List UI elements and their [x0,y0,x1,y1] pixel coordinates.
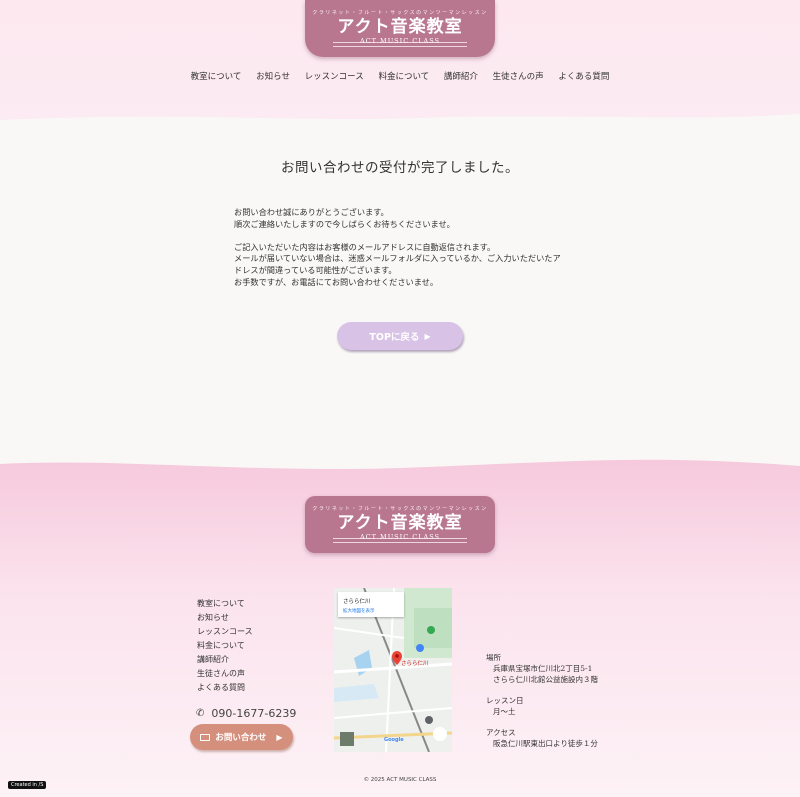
location-label: 場所 [486,653,501,662]
site-logo[interactable]: クラリネット・フルート・サックスのマンツーマンレッスン アクト音楽教室 ACT … [305,0,495,57]
nav-item-courses[interactable]: レッスンコース [305,72,364,82]
message-line: お問い合わせ誠にありがとうございます。 [234,207,389,217]
logo-ornament [333,42,467,47]
logo-tagline: クラリネット・フルート・サックスのマンツーマンレッスン [312,10,488,16]
lesson-days-label: レッスン日 [486,696,524,705]
lesson-days-value: 月～土 [493,707,516,716]
global-nav: 教室について お知らせ レッスンコース 料金について 講師紹介 生徒さんの声 よ… [0,70,800,82]
mail-icon [200,733,211,741]
hero-wave [0,114,800,124]
footer-nav-news[interactable]: お知らせ [197,611,253,625]
class-info: 場所 兵庫県宝塚市仁川北2丁目5-1 さらら仁川北館公益施設内３階 レッスン日 … [486,652,598,749]
location-line: さらら仁川北館公益施設内３階 [493,675,598,684]
footer-logo[interactable]: クラリネット・フルート・サックスのマンツーマンレッスン アクト音楽教室 ACT … [305,496,495,553]
back-to-top-button[interactable]: TOPに戻る ▶ [337,322,463,350]
nav-item-pricing[interactable]: 料金について [378,72,429,82]
footer-nav-courses[interactable]: レッスンコース [197,625,253,639]
nav-item-instructors[interactable]: 講師紹介 [444,72,478,82]
location-line: 兵庫県宝塚市仁川北2丁目5-1 [493,664,593,673]
phone-link[interactable]: ✆ 090-1677-6239 [196,707,296,720]
contact-button[interactable]: お問い合わせ ▶ [190,724,293,750]
access-label: アクセス [486,728,516,737]
wave-divider [0,458,800,470]
map-google-logo: Google [384,737,404,743]
footer-nav: 教室について お知らせ レッスンコース 料金について 講師紹介 生徒さんの声 よ… [197,597,253,695]
play-arrow-icon: ▶ [276,732,283,742]
footer-nav-pricing[interactable]: 料金について [197,639,253,653]
nav-item-about[interactable]: 教室について [191,72,242,82]
logo-ornament [333,538,467,543]
footer-nav-voices[interactable]: 生徒さんの声 [197,667,253,681]
logo-name: アクト音楽教室 [337,17,463,37]
map-embed[interactable]: さらら仁川 拡大地図を表示 さらら仁川 Google [334,588,452,752]
logo-tagline: クラリネット・フルート・サックスのマンツーマンレッスン [312,506,488,512]
thanks-message: お問い合わせ誠にありがとうございます。 順次ご連絡いたしますので今しばらくお待ち… [234,207,574,300]
access-value: 阪急仁川駅東出口より徒歩１分 [493,739,598,748]
footer-nav-about[interactable]: 教室について [197,597,253,611]
logo-name: アクト音楽教室 [337,513,463,533]
created-in-badge[interactable]: Created in /S [8,781,47,789]
message-line: メールが届いていない場合は、迷惑メールフォルダに入っているか、ご入力いただいたア [234,253,561,264]
footer-nav-instructors[interactable]: 講師紹介 [197,653,253,667]
contact-label: お問い合わせ [215,733,267,743]
map-place-name: さらら仁川 [343,599,371,605]
footer-nav-faq[interactable]: よくある質問 [197,681,253,695]
nav-item-news[interactable]: お知らせ [256,72,290,82]
map-enlarge-link[interactable]: 拡大地図を表示 [343,608,404,614]
message-line: お手数ですが、お電話にてお問い合わせくださいませ。 [234,276,439,287]
message-line: 順次ご連絡いたしますので今しばらくお待ちくださいませ。 [234,218,455,229]
phone-icon: ✆ [196,708,205,719]
map-info-card: さらら仁川 拡大地図を表示 [338,592,404,617]
back-to-top-label: TOPに戻る [369,332,420,343]
map-pin-label: さらら仁川 [401,661,429,667]
nav-item-faq[interactable]: よくある質問 [558,72,609,82]
play-arrow-icon: ▶ [424,331,431,341]
phone-number: 090-1677-6239 [211,707,297,720]
message-line: ドレスが間違っている可能性がございます。 [234,264,397,275]
nav-item-voices[interactable]: 生徒さんの声 [493,72,544,82]
page-title: お問い合わせの受付が完了しました。 [281,160,519,176]
copyright: © 2025 ACT MUSIC CLASS [363,777,437,783]
message-line: ご記入いただいた内容はお客様のメールアドレスに自動返信されます。 [234,241,496,252]
